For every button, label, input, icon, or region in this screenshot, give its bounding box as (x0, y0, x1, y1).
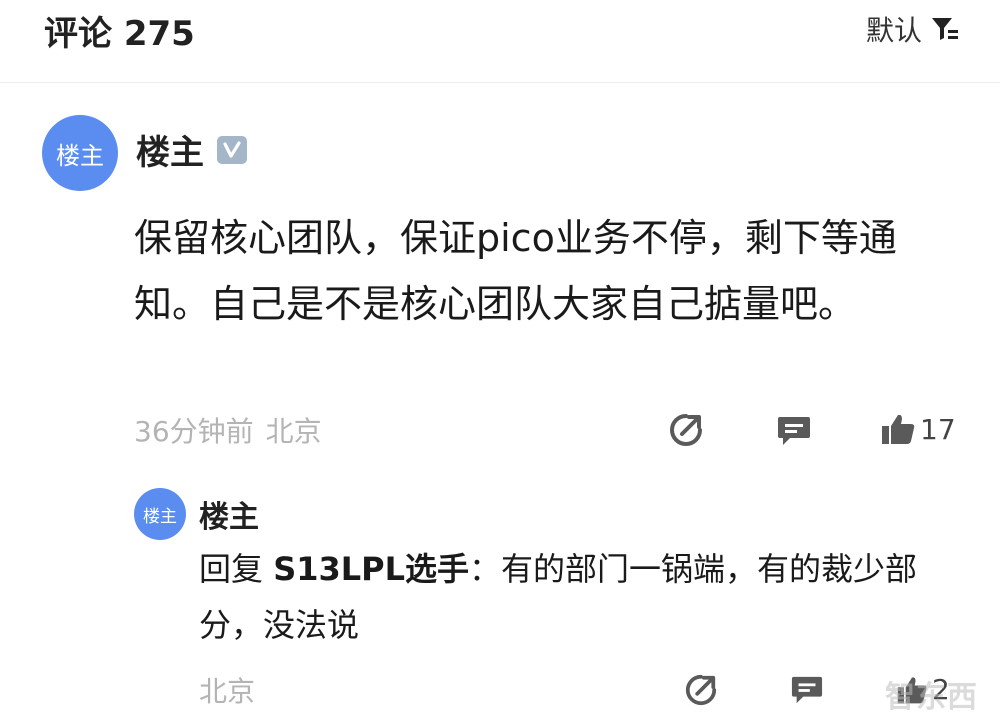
reply-prefix: 回复 (199, 550, 274, 588)
reply-author[interactable]: 楼主 (199, 492, 259, 536)
reply-location: 北京 (199, 675, 256, 708)
verified-badge-icon (217, 136, 247, 164)
reply-button[interactable] (776, 414, 812, 448)
like-count: 17 (920, 412, 956, 446)
avatar-text: 楼主 (56, 141, 104, 170)
comment-time: 36分钟前 (134, 415, 254, 448)
comment-bubble-icon (776, 414, 812, 448)
sort-label: 默认 (865, 14, 922, 47)
reply-target-user[interactable]: S13LPL选手 (273, 550, 469, 588)
comment-location: 北京 (265, 415, 322, 448)
thumbs-up-icon (880, 412, 916, 446)
share-arrow-icon (668, 412, 704, 448)
comments-header: 评论 275 默认 (0, 0, 1000, 83)
filter-sort-icon (930, 16, 960, 42)
comments-count-title: 评论 275 (44, 14, 195, 54)
reply-text: 回复 S13LPL选手：有的部门一锅端，有的裁少部分，没法说 (199, 541, 969, 653)
sort-dropdown[interactable]: 默认 (866, 9, 960, 49)
comment-text: 保留核心团队，保证pico业务不停，剩下等通知。自己是不是核心团队大家自己掂量吧… (134, 216, 897, 326)
reply-reply-button[interactable] (790, 674, 824, 706)
reply-share-button[interactable] (684, 673, 718, 707)
comment-bubble-icon (790, 674, 824, 706)
share-arrow-icon (684, 673, 718, 707)
reply-avatar-text: 楼主 (143, 506, 177, 527)
like-button[interactable]: 17 (880, 412, 956, 446)
reply-avatar[interactable]: 楼主 (134, 488, 186, 540)
share-button[interactable] (668, 412, 704, 448)
comment-author[interactable]: 楼主 (136, 125, 204, 174)
avatar[interactable]: 楼主 (42, 115, 118, 191)
comment-meta: 36分钟前 北京 (134, 410, 322, 450)
watermark: 智东西 (885, 680, 978, 715)
